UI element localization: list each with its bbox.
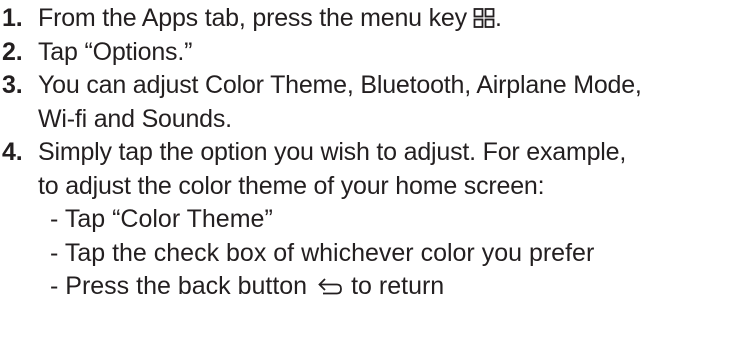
step-1: 1. From the Apps tab, press the menu key…	[2, 2, 739, 36]
menu-key-icon	[473, 7, 495, 29]
step-2: 2. Tap “Options.”	[2, 36, 739, 70]
sub-step-2: - Tap the check box of whichever color y…	[50, 237, 739, 271]
step-suffix: .	[494, 4, 502, 32]
sub-step-3: - Press the back button to return	[50, 270, 739, 304]
step-text-line: to adjust the color theme of your home s…	[38, 171, 545, 200]
step-text: From the Apps tab, press the menu key	[38, 4, 467, 32]
steps-list: 1. From the Apps tab, press the menu key…	[2, 2, 739, 203]
sub-steps-list: - Tap “Color Theme” - Tap the check box …	[2, 203, 739, 304]
sub-step-text: - Press the back button	[50, 272, 308, 300]
sub-step-suffix: to return	[351, 272, 445, 300]
step-number: 3.	[2, 71, 23, 99]
step-number: 2.	[2, 37, 23, 66]
step-text-line: You can adjust Color Theme, Bluetooth, A…	[38, 71, 642, 99]
sub-step-1: - Tap “Color Theme”	[50, 203, 739, 237]
step-text-line: Wi-fi and Sounds.	[38, 104, 232, 133]
step-text-line: Simply tap the option you wish to adjust…	[38, 138, 627, 166]
step-4: 4. Simply tap the option you wish to adj…	[2, 136, 739, 203]
instruction-page: 1. From the Apps tab, press the menu key…	[0, 0, 739, 340]
step-number: 4.	[2, 138, 23, 166]
step-3: 3. You can adjust Color Theme, Bluetooth…	[2, 69, 739, 136]
sub-step-text: - Tap “Color Theme”	[50, 205, 273, 233]
back-arrow-icon	[317, 277, 343, 297]
sub-step-text: - Tap the check box of whichever color y…	[50, 238, 595, 267]
step-number: 1.	[2, 4, 23, 32]
step-text: Tap “Options.”	[38, 37, 193, 66]
